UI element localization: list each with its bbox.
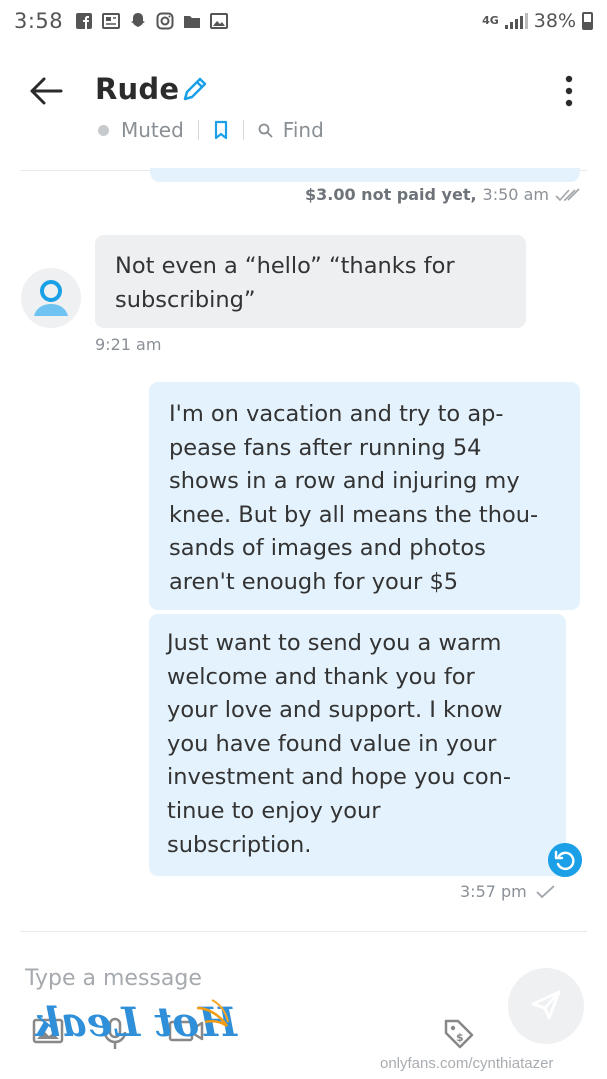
user-avatar-icon (34, 280, 68, 316)
price-status: $3.00 not paid yet, (305, 185, 477, 204)
message-time: 3:50 am (482, 185, 549, 204)
status-time: 3:58 (14, 9, 64, 33)
message-line: welcome and thank you for (167, 663, 475, 690)
mute-status[interactable]: Muted (121, 118, 184, 142)
message-meta: 3:57 pm (460, 882, 559, 901)
status-bar: 3:58 4G 38% (0, 0, 607, 42)
more-vertical-icon[interactable] (556, 74, 582, 108)
check-icon (536, 884, 555, 898)
message-time: 3:57 pm (460, 882, 527, 901)
gallery-icon (210, 12, 229, 30)
message-line: aren't enough for your $5 (169, 568, 459, 595)
signal-icon (504, 13, 528, 29)
search-icon[interactable] (258, 123, 273, 138)
status-dot (98, 124, 109, 136)
system-indicators: 4G 38% (482, 10, 593, 32)
instagram-icon (156, 12, 174, 30)
message-line: Not even a “hello” “thanks for (115, 253, 455, 279)
message-meta: 9:21 am (95, 335, 161, 354)
message-line: subscription. (167, 831, 312, 858)
watermark-url: onlyfans.com/cynthiatazer (380, 1055, 554, 1072)
message-line: sands of images and photos (169, 535, 486, 562)
outgoing-message[interactable]: Just want to send you a warm welcome and… (149, 614, 566, 876)
watermark-logo: Hot Leak (33, 999, 238, 1046)
snapchat-icon (129, 12, 147, 30)
back-arrow-icon[interactable] (28, 76, 64, 106)
facebook-icon (75, 12, 93, 30)
send-button[interactable] (508, 968, 584, 1044)
battery-icon (582, 12, 593, 30)
bookmark-icon[interactable] (213, 120, 229, 140)
battery-percent: 38% (533, 10, 576, 32)
message-line: subscribing” (115, 286, 256, 313)
outgoing-message[interactable]: I'm on vacation and try to ap- pease fan… (149, 382, 580, 610)
message-line: you have found value in your (167, 730, 497, 757)
chat-header: Rude Muted Find (0, 58, 607, 168)
previous-message-bubble[interactable] (150, 168, 580, 182)
chat-title[interactable]: Rude (95, 72, 179, 106)
network-type: 4G (482, 14, 499, 27)
message-line: I'm on vacation and try to ap- (169, 401, 504, 427)
composer-divider (20, 931, 587, 932)
message-meta: $3.00 not paid yet, 3:50 am (305, 185, 581, 204)
message-line: tinue to enjoy your (167, 797, 381, 824)
divider (242, 120, 244, 140)
news-icon (102, 12, 121, 30)
price-tag-icon[interactable]: $ (442, 1017, 476, 1051)
message-line: knee. But by all means the thou- (169, 501, 539, 528)
message-line: investment and hope you con- (167, 764, 512, 791)
pencil-icon[interactable] (180, 74, 208, 104)
find-button[interactable]: Find (283, 118, 324, 142)
message-line: shows in a row and injuring my (169, 468, 520, 495)
chat-subheader: Muted Find (98, 118, 324, 142)
message-line: pease fans after running 54 (169, 434, 482, 461)
message-line: Just want to send you a warm (167, 630, 502, 656)
svg-text:$: $ (456, 1031, 464, 1044)
incoming-message[interactable]: Not even a “hello” “thanks for subscribi… (95, 235, 526, 328)
avatar[interactable] (21, 268, 81, 328)
divider (197, 120, 199, 140)
folder-icon (183, 12, 201, 30)
message-time: 9:21 am (95, 335, 162, 354)
message-line: your love and support. I know (167, 697, 503, 724)
double-check-icon (555, 187, 580, 201)
send-icon (531, 990, 561, 1019)
undo-icon[interactable] (548, 843, 582, 877)
notification-icons (75, 12, 229, 30)
